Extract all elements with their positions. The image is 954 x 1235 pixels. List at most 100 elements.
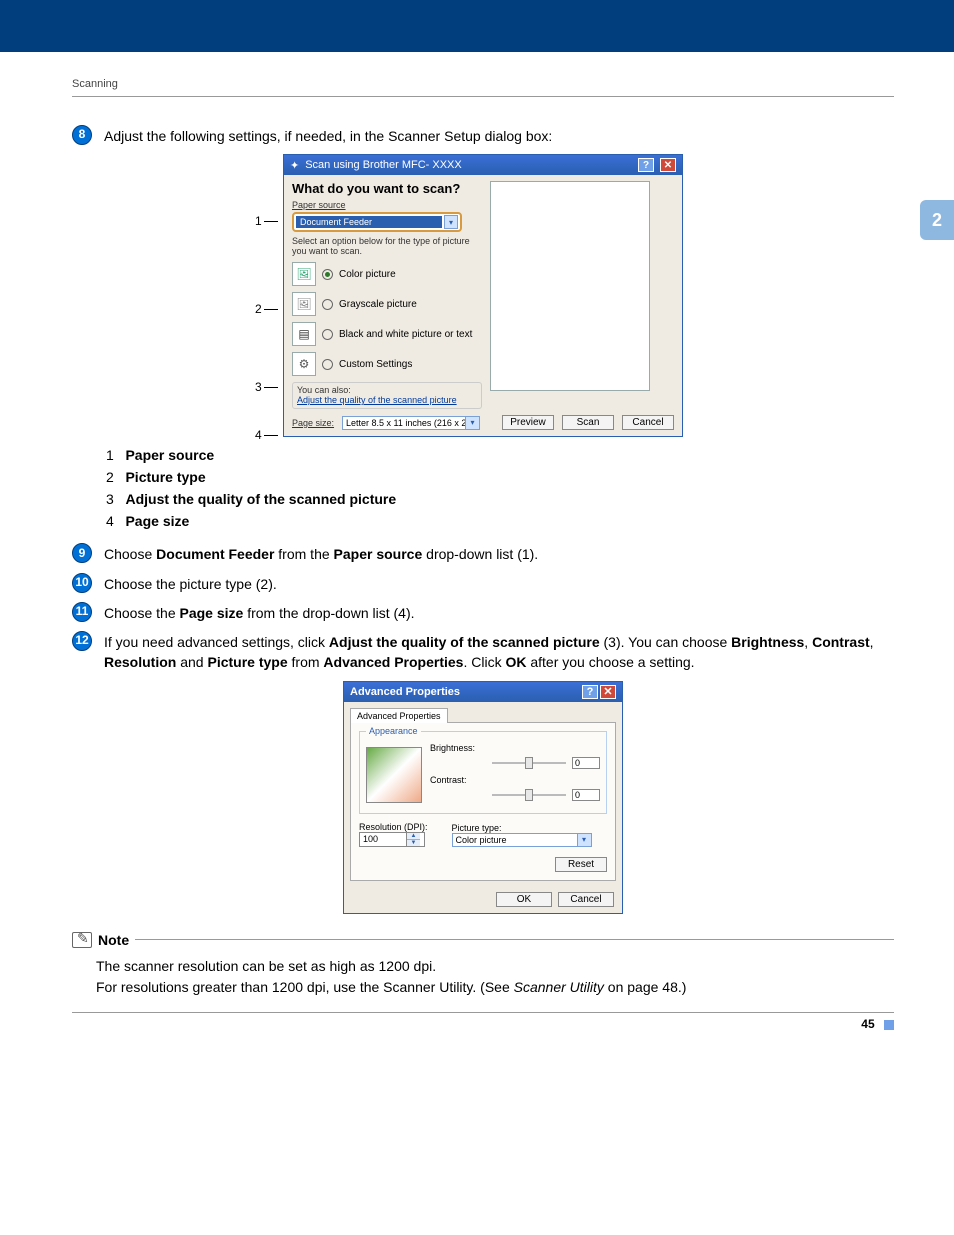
- chevron-down-icon: ▾: [577, 834, 591, 846]
- option-label: Custom Settings: [339, 359, 412, 370]
- grayscale-picture-icon: 🖼: [292, 292, 316, 316]
- dialog-heading: What do you want to scan?: [292, 181, 482, 196]
- resolution-value[interactable]: [360, 833, 406, 846]
- callout-2: 2: [255, 302, 262, 316]
- paper-source-label: Paper source: [292, 200, 482, 210]
- legend-num: 3: [106, 491, 114, 507]
- picture-type-select[interactable]: Color picture ▾: [452, 833, 592, 847]
- figure-legend: 1 Paper source 2 Picture type 3 Adjust t…: [106, 447, 894, 529]
- scanner-setup-figure: 1 2 3 4 ✦ Scan using Brother MFC- XXXX ?…: [72, 154, 894, 437]
- paper-source-select[interactable]: Document Feeder ▾: [292, 212, 462, 232]
- brightness-value[interactable]: 0: [572, 757, 600, 769]
- radio-icon: [322, 269, 333, 280]
- contrast-slider[interactable]: [492, 789, 566, 801]
- step-number-badge: 8: [72, 125, 92, 145]
- picture-type-value: Color picture: [453, 834, 577, 846]
- preview-thumbnail: [366, 747, 422, 803]
- page-size-label: Page size:: [292, 418, 334, 428]
- advanced-properties-dialog: Advanced Properties ? ✕ Advanced Propert…: [343, 681, 623, 914]
- radio-icon: [322, 329, 333, 340]
- advanced-properties-figure: Advanced Properties ? ✕ Advanced Propert…: [72, 681, 894, 914]
- brightness-slider[interactable]: [492, 757, 566, 769]
- resolution-label: Resolution (DPI):: [359, 822, 428, 832]
- page-footer: 45: [72, 1017, 894, 1031]
- divider: [72, 1012, 894, 1013]
- option-label: Grayscale picture: [339, 299, 417, 310]
- color-picture-icon: 🖼: [292, 262, 316, 286]
- help-button[interactable]: ?: [638, 158, 654, 172]
- page-number: 45: [861, 1017, 874, 1031]
- footer-mark-icon: [884, 1020, 894, 1030]
- callout-4: 4: [255, 428, 262, 442]
- option-label: Color picture: [339, 269, 396, 280]
- legend-num: 1: [106, 447, 114, 463]
- dialog-title: Advanced Properties: [350, 686, 460, 698]
- page-size-select[interactable]: Letter 8.5 x 11 inches (216 x 279 ▾: [342, 416, 480, 430]
- adjust-quality-link[interactable]: Adjust the quality of the scanned pictur…: [297, 395, 457, 405]
- appearance-label: Appearance: [366, 726, 421, 736]
- preview-area: [490, 181, 650, 391]
- legend-label: Paper source: [125, 447, 214, 463]
- step-8: 8 Adjust the following settings, if need…: [72, 125, 894, 146]
- note-icon: [72, 932, 92, 948]
- dialog-titlebar: ✦ Scan using Brother MFC- XXXX ? ✕: [284, 155, 682, 175]
- step-10: 10 Choose the picture type (2).: [72, 573, 894, 594]
- custom-settings-icon: ⚙: [292, 352, 316, 376]
- contrast-label: Contrast:: [430, 775, 486, 785]
- step-text: Choose Document Feeder from the Paper so…: [104, 543, 894, 564]
- legend-num: 4: [106, 513, 114, 529]
- step-number-badge: 12: [72, 631, 92, 651]
- scan-button[interactable]: Scan: [562, 415, 614, 430]
- picture-type-label: Picture type:: [452, 823, 607, 833]
- tab-advanced-properties[interactable]: Advanced Properties: [350, 708, 448, 723]
- legend-num: 2: [106, 469, 114, 485]
- chevron-up-icon[interactable]: ▲: [407, 833, 420, 840]
- resolution-spinner[interactable]: ▲▼: [359, 832, 425, 847]
- close-button[interactable]: ✕: [660, 158, 676, 172]
- note-title: Note: [98, 932, 129, 948]
- appearance-group: Appearance Brightness: 0: [359, 731, 607, 814]
- legend-label: Picture type: [125, 469, 205, 485]
- dialog-title: Scan using Brother MFC- XXXX: [305, 159, 462, 171]
- option-grayscale[interactable]: 🖼 Grayscale picture: [292, 292, 482, 316]
- note-line-1: The scanner resolution can be set as hig…: [96, 956, 894, 977]
- wizard-icon: ✦: [290, 159, 299, 172]
- step-11: 11 Choose the Page size from the drop-do…: [72, 602, 894, 623]
- radio-icon: [322, 359, 333, 370]
- step-text: Choose the picture type (2).: [104, 573, 894, 594]
- chevron-down-icon[interactable]: ▼: [407, 840, 420, 846]
- legend-label: Adjust the quality of the scanned pictur…: [125, 491, 396, 507]
- step-number-badge: 10: [72, 573, 92, 593]
- scanner-setup-dialog: ✦ Scan using Brother MFC- XXXX ? ✕ What …: [283, 154, 683, 437]
- note-body: The scanner resolution can be set as hig…: [96, 956, 894, 998]
- step-12: 12 If you need advanced settings, click …: [72, 631, 894, 673]
- help-button[interactable]: ?: [582, 685, 598, 699]
- step-text: Choose the Page size from the drop-down …: [104, 602, 894, 623]
- preview-button[interactable]: Preview: [502, 415, 554, 430]
- radio-icon: [322, 299, 333, 310]
- legend-label: Page size: [125, 513, 189, 529]
- option-color[interactable]: 🖼 Color picture: [292, 262, 482, 286]
- cancel-button[interactable]: Cancel: [622, 415, 674, 430]
- chapter-tab: 2: [920, 200, 954, 240]
- option-bw[interactable]: ▤ Black and white picture or text: [292, 322, 482, 346]
- divider: [72, 96, 894, 97]
- step-number-badge: 11: [72, 602, 92, 622]
- running-header: Scanning: [72, 78, 894, 90]
- ok-button[interactable]: OK: [496, 892, 552, 907]
- callout-column: 1 2 3 4: [255, 210, 278, 446]
- step-number-badge: 9: [72, 543, 92, 563]
- brightness-label: Brightness:: [430, 743, 486, 753]
- cancel-button[interactable]: Cancel: [558, 892, 614, 907]
- reset-button[interactable]: Reset: [555, 857, 607, 872]
- callout-3: 3: [255, 380, 262, 394]
- contrast-value[interactable]: 0: [572, 789, 600, 801]
- paper-source-value: Document Feeder: [296, 216, 442, 228]
- step-9: 9 Choose Document Feeder from the Paper …: [72, 543, 894, 564]
- chevron-down-icon: ▾: [444, 215, 458, 229]
- option-custom[interactable]: ⚙ Custom Settings: [292, 352, 482, 376]
- chevron-down-icon: ▾: [465, 417, 479, 429]
- option-label: Black and white picture or text: [339, 329, 472, 340]
- step-text: Adjust the following settings, if needed…: [104, 125, 894, 146]
- close-button[interactable]: ✕: [600, 685, 616, 699]
